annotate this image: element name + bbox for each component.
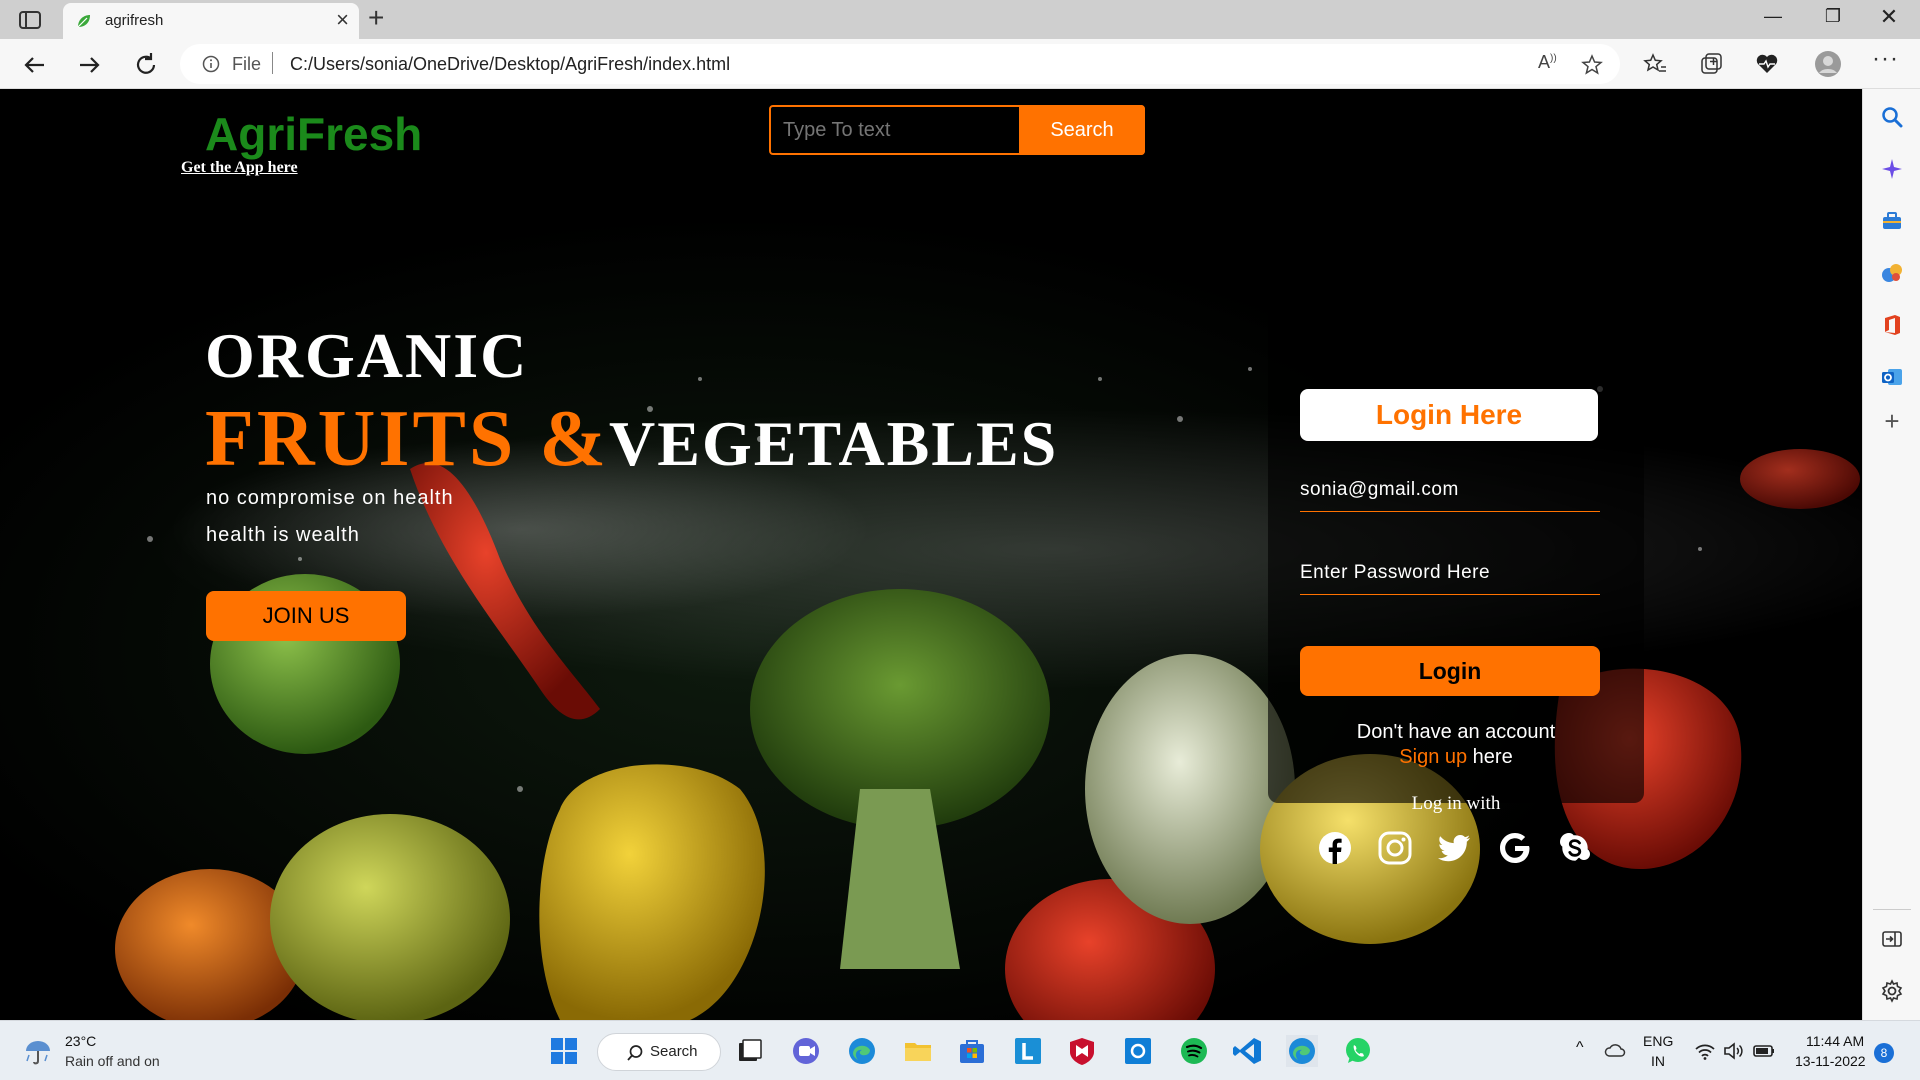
login-with-label: Log in with: [1411, 793, 1501, 814]
back-icon[interactable]: [18, 49, 50, 81]
outlook-icon[interactable]: [1880, 365, 1904, 389]
add-favorite-icon[interactable]: [1580, 53, 1604, 77]
login-form: Login Here Login Don't have an account S…: [1268, 291, 1644, 865]
join-us-button[interactable]: JOIN US: [206, 591, 406, 641]
restore-icon[interactable]: ❐: [1810, 6, 1856, 27]
show-hidden-icons[interactable]: ^: [1576, 1039, 1584, 1057]
no-account-text: Don't have an account: [1356, 721, 1556, 743]
web-page: AgriFresh Get the App here Search ORGANI…: [0, 89, 1862, 1020]
task-view-icon[interactable]: [734, 1035, 766, 1067]
edge-sidebar: +: [1862, 89, 1920, 1020]
skype-icon[interactable]: [1558, 831, 1592, 865]
hero-heading-line2: FRUITS &VEGETABLES: [205, 394, 1058, 485]
games-icon[interactable]: [1880, 261, 1904, 285]
edge-active-icon[interactable]: [1286, 1035, 1318, 1067]
windows-taskbar: 23°C Rain off and on Search ^ ENG IN 11:…: [0, 1020, 1920, 1080]
notification-badge[interactable]: 8: [1874, 1043, 1894, 1063]
windows-start-icon[interactable]: [548, 1035, 580, 1067]
google-icon[interactable]: [1498, 831, 1532, 865]
tab-title: agrifresh: [105, 12, 164, 29]
discover-icon[interactable]: [1880, 157, 1904, 181]
site-logo[interactable]: AgriFresh: [205, 107, 422, 161]
rain-weather-icon[interactable]: [22, 1035, 54, 1067]
tab-close-icon[interactable]: ×: [336, 9, 349, 31]
info-icon[interactable]: [202, 55, 220, 73]
tab-bar: agrifresh × + — ❐ ✕: [0, 0, 1920, 39]
collections-icon[interactable]: [1698, 51, 1724, 77]
search-icon[interactable]: [1880, 105, 1904, 129]
url-field[interactable]: File C:/Users/sonia/OneDrive/Desktop/Agr…: [180, 44, 1620, 84]
instagram-icon[interactable]: [1378, 831, 1412, 865]
file-label: File: [232, 54, 262, 74]
twitter-icon[interactable]: [1438, 831, 1472, 865]
tab-actions-icon[interactable]: [18, 10, 42, 30]
read-aloud-icon[interactable]: A)): [1538, 52, 1557, 73]
edge-icon[interactable]: [846, 1035, 878, 1067]
tagline-2: health is wealth: [206, 524, 360, 546]
sidebar-divider: [1873, 909, 1911, 910]
add-sidebar-icon[interactable]: +: [1880, 408, 1904, 434]
forward-icon[interactable]: [74, 49, 106, 81]
weather-temp[interactable]: 23°C: [65, 1033, 96, 1049]
profile-avatar[interactable]: [1814, 50, 1842, 78]
get-app-link[interactable]: Get the App here: [181, 159, 298, 177]
whatsapp-icon[interactable]: [1342, 1035, 1374, 1067]
weather-desc[interactable]: Rain off and on: [65, 1053, 160, 1069]
language-top[interactable]: ENG: [1643, 1033, 1673, 1049]
hero-heading-organic: ORGANIC: [205, 320, 529, 391]
search-input[interactable]: [771, 107, 1021, 153]
search-button[interactable]: Search: [1019, 105, 1145, 155]
sidebar-settings-icon[interactable]: [1880, 979, 1904, 1003]
close-window-icon[interactable]: ✕: [1866, 4, 1912, 30]
email-field[interactable]: [1300, 468, 1600, 512]
refresh-icon[interactable]: [130, 49, 162, 81]
login-heading: Login Here: [1300, 389, 1598, 441]
url-separator: [272, 52, 273, 74]
tools-icon[interactable]: [1880, 209, 1904, 233]
file-explorer-icon[interactable]: [902, 1035, 934, 1067]
clock-time[interactable]: 11:44 AM: [1806, 1033, 1864, 1049]
mcafee-icon[interactable]: [1066, 1035, 1098, 1067]
l-app-icon[interactable]: [1012, 1035, 1044, 1067]
tab-agrifresh[interactable]: agrifresh ×: [63, 3, 359, 39]
favorites-icon[interactable]: [1642, 51, 1668, 77]
wifi-icon[interactable]: [1694, 1040, 1716, 1062]
signup-line: Sign up here: [1268, 746, 1644, 769]
address-bar: File C:/Users/sonia/OneDrive/Desktop/Agr…: [0, 39, 1920, 89]
network-cloud-icon[interactable]: [1604, 1040, 1626, 1062]
new-tab-icon[interactable]: +: [368, 4, 384, 32]
hero-fruits-text: FRUITS &: [205, 395, 610, 483]
vscode-icon[interactable]: [1232, 1035, 1264, 1067]
site-search: Search: [769, 105, 1145, 155]
battery-icon[interactable]: [1752, 1040, 1776, 1062]
clock-date[interactable]: 13-11-2022: [1795, 1053, 1866, 1069]
search-icon: [627, 1045, 643, 1061]
hero-vegetables-text: VEGETABLES: [609, 408, 1059, 479]
facebook-icon[interactable]: [1318, 831, 1352, 865]
url-text[interactable]: C:/Users/sonia/OneDrive/Desktop/AgriFres…: [290, 54, 730, 75]
password-field[interactable]: [1300, 551, 1600, 595]
screen-app-icon[interactable]: [1122, 1035, 1154, 1067]
minimize-icon[interactable]: —: [1750, 6, 1796, 27]
login-button[interactable]: Login: [1300, 646, 1600, 696]
signup-link[interactable]: Sign up: [1399, 746, 1467, 768]
leaf-icon: [77, 15, 90, 28]
browser-essentials-icon[interactable]: [1754, 51, 1780, 77]
microsoft-store-icon[interactable]: [956, 1035, 988, 1067]
volume-icon[interactable]: [1722, 1040, 1744, 1062]
settings-more-icon[interactable]: ···: [1872, 45, 1899, 73]
language-bottom[interactable]: IN: [1651, 1053, 1665, 1069]
hide-sidebar-icon[interactable]: [1880, 927, 1904, 951]
teams-chat-icon[interactable]: [790, 1035, 822, 1067]
signup-suffix: here: [1467, 746, 1513, 768]
tagline-1: no compromise on health: [206, 487, 454, 509]
spotify-icon[interactable]: [1178, 1035, 1210, 1067]
taskbar-search[interactable]: Search: [597, 1033, 721, 1071]
taskbar-search-label: Search: [650, 1043, 698, 1060]
office-icon[interactable]: [1880, 313, 1904, 337]
